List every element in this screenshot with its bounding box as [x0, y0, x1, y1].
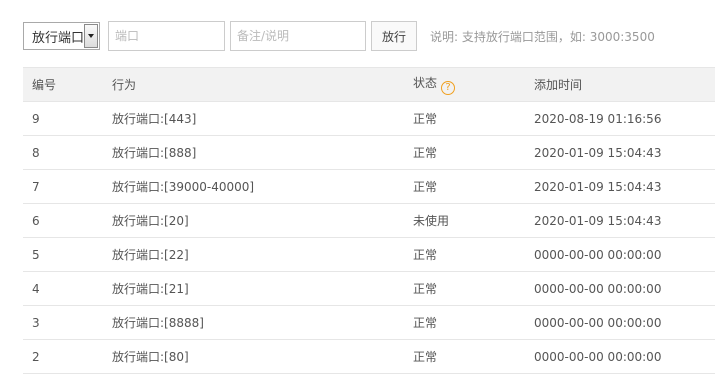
- table-row: 9 放行端口:[443] 正常 2020-08-19 01:16:56: [23, 101, 715, 136]
- cell-id: 3: [23, 305, 103, 340]
- cell-status: 正常: [404, 271, 525, 306]
- cell-action: 放行端口:[39000-40000]: [103, 169, 404, 204]
- cell-action: 放行端口:[80]: [103, 339, 404, 374]
- cell-action: 放行端口:[888]: [103, 135, 404, 170]
- table-row: 3 放行端口:[8888] 正常 0000-00-00 00:00:00: [23, 305, 715, 340]
- table-row: 5 放行端口:[22] 正常 0000-00-00 00:00:00: [23, 237, 715, 272]
- table-row: 2 放行端口:[80] 正常 0000-00-00 00:00:00: [23, 339, 715, 374]
- cell-time: 2020-08-19 01:16:56: [525, 101, 715, 136]
- table-row: 4 放行端口:[21] 正常 0000-00-00 00:00:00: [23, 271, 715, 306]
- cell-status: 正常: [404, 305, 525, 340]
- cell-id: 9: [23, 101, 103, 136]
- header-id: 编号: [23, 67, 103, 102]
- header-status-label: 状态: [413, 76, 438, 90]
- cell-action: 放行端口:[20]: [103, 203, 404, 238]
- cell-id: 5: [23, 237, 103, 272]
- cell-status: 未使用: [404, 203, 525, 238]
- cell-time: 0000-00-00 00:00:00: [525, 237, 715, 272]
- port-range-hint: 说明: 支持放行端口范围，如: 3000:3500: [430, 29, 655, 44]
- cell-id: 2: [23, 339, 103, 374]
- cell-time: 2020-01-09 15:04:43: [525, 135, 715, 170]
- cell-action: 放行端口:[8888]: [103, 305, 404, 340]
- table-row: 7 放行端口:[39000-40000] 正常 2020-01-09 15:04:43: [23, 169, 715, 204]
- cell-id: 7: [23, 169, 103, 204]
- table-header-row: 编号 行为 状态? 添加时间: [23, 67, 715, 102]
- header-status: 状态?: [404, 67, 525, 102]
- firewall-toolbar: 放行端口 放行 说明: 支持放行端口范围，如: 3000:3500: [23, 21, 655, 51]
- table-body: 9 放行端口:[443] 正常 2020-08-19 01:16:56 8 放行端口:[8…: [23, 101, 715, 374]
- table-row: 6 放行端口:[20] 未使用 2020-01-09 15:04:43: [23, 203, 715, 238]
- table-row: 8 放行端口:[888] 正常 2020-01-09 15:04:43: [23, 135, 715, 170]
- cell-time: 2020-01-09 15:04:43: [525, 169, 715, 204]
- cell-action: 放行端口:[21]: [103, 271, 404, 306]
- cell-status: 正常: [404, 169, 525, 204]
- cell-status: 正常: [404, 237, 525, 272]
- cell-id: 6: [23, 203, 103, 238]
- note-input[interactable]: [230, 21, 366, 51]
- rule-type-select-value: 放行端口: [32, 30, 85, 46]
- cell-action: 放行端口:[443]: [103, 101, 404, 136]
- chevron-down-icon[interactable]: [84, 24, 98, 48]
- cell-status: 正常: [404, 339, 525, 374]
- help-icon[interactable]: ?: [441, 81, 456, 95]
- port-input[interactable]: [108, 21, 225, 51]
- cell-time: 0000-00-00 00:00:00: [525, 271, 715, 306]
- cell-time: 0000-00-00 00:00:00: [525, 339, 715, 374]
- cell-id: 4: [23, 271, 103, 306]
- cell-time: 0000-00-00 00:00:00: [525, 305, 715, 340]
- header-action: 行为: [103, 67, 404, 102]
- rule-type-select[interactable]: 放行端口: [23, 22, 100, 50]
- cell-id: 8: [23, 135, 103, 170]
- cell-status: 正常: [404, 135, 525, 170]
- header-time: 添加时间: [525, 67, 715, 102]
- cell-time: 2020-01-09 15:04:43: [525, 203, 715, 238]
- cell-action: 放行端口:[22]: [103, 237, 404, 272]
- cell-status: 正常: [404, 101, 525, 136]
- firewall-rules-table: 编号 行为 状态? 添加时间 9 放行端口:[443] 正常 2020-08-19 0…: [23, 67, 715, 374]
- allow-port-button[interactable]: 放行: [371, 21, 417, 51]
